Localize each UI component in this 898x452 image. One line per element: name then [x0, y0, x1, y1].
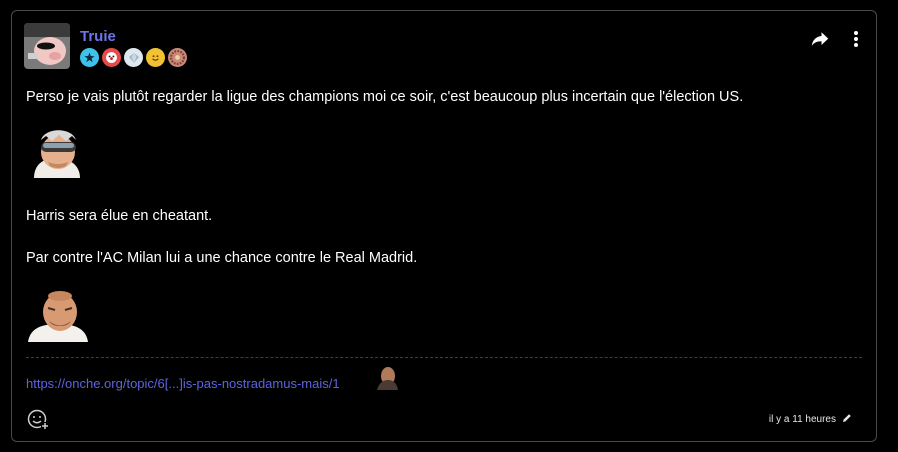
sticker-image [26, 126, 86, 185]
add-reaction-icon[interactable] [27, 408, 49, 430]
avatar[interactable] [24, 23, 70, 69]
badge-list [80, 48, 187, 67]
edit-icon[interactable] [842, 413, 852, 426]
more-vertical-icon[interactable] [846, 29, 866, 49]
post-paragraph: Harris sera élue en cheatant. [26, 208, 213, 224]
post-paragraph: Par contre l'AC Milan lui a une chance c… [26, 250, 418, 266]
diamond-badge-icon[interactable] [124, 48, 143, 67]
link-thumbnail[interactable] [374, 364, 400, 390]
post-meta: il y a 11 heures [769, 413, 852, 426]
divider [26, 357, 862, 358]
sticker-image [26, 288, 90, 347]
topic-link[interactable]: https://onche.org/topic/6[...]is-pas-nos… [26, 376, 340, 391]
post-card: Truie Perso je vais plutôt regarder la l… [11, 10, 877, 442]
clown-badge-icon[interactable] [102, 48, 121, 67]
post-actions [810, 29, 866, 49]
post-paragraph: Perso je vais plutôt regarder la ligue d… [26, 89, 744, 105]
smile-badge-icon[interactable] [146, 48, 165, 67]
star-badge-icon[interactable] [80, 48, 99, 67]
username[interactable]: Truie [80, 28, 116, 45]
flower-badge-icon[interactable] [168, 48, 187, 67]
timestamp: il y a 11 heures [768, 414, 836, 425]
share-icon[interactable] [810, 29, 830, 49]
